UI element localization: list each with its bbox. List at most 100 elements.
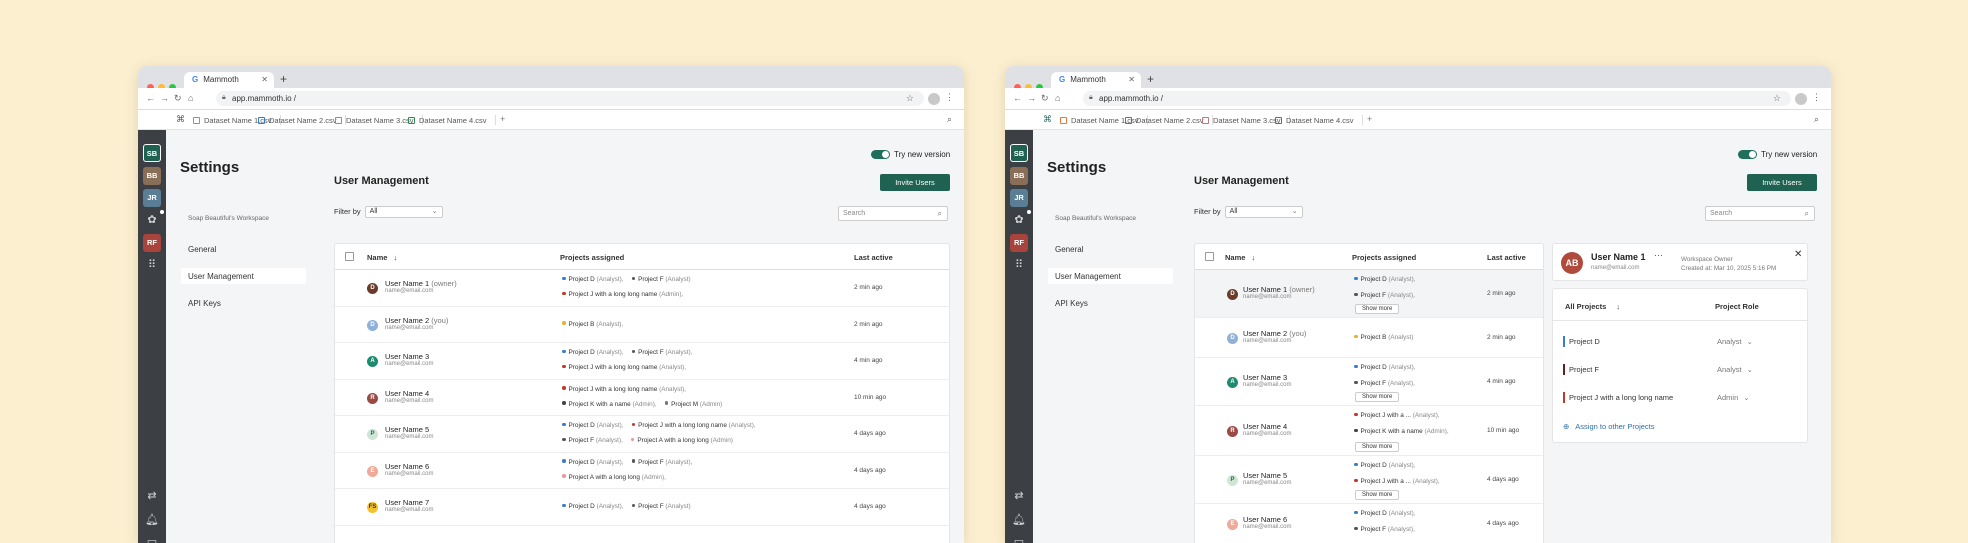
table-row[interactable]: D User Name 1 (owner) name@email.com Projec… — [1195, 270, 1543, 318]
switch-icon[interactable]: ⇄ — [1010, 487, 1028, 505]
home-icon[interactable]: ⌂ — [188, 93, 193, 103]
browser-menu-icon[interactable]: ⋮ — [1812, 92, 1821, 103]
table-row[interactable]: D User Name 2 (you) name@email.com Project … — [1195, 318, 1543, 358]
table-row[interactable]: R User Name 4 name@email.com Project J with… — [335, 380, 949, 416]
bookmark-star-icon[interactable]: ☆ — [1773, 93, 1781, 104]
user-management-title: User Management — [334, 175, 429, 187]
table-row[interactable]: R User Name 4 name@email.com Project J with… — [1195, 406, 1543, 456]
nav-general[interactable]: General — [181, 241, 306, 257]
filter-select[interactable]: All ⌄ — [1224, 206, 1303, 218]
project-role-select[interactable]: Analyst ⌄ — [1717, 337, 1753, 346]
invite-users-button[interactable]: Invite Users — [1747, 174, 1817, 191]
apps-grid-icon[interactable]: ⠿ — [1010, 256, 1028, 274]
home-icon[interactable]: ⌂ — [1055, 93, 1060, 103]
assign-projects-link[interactable]: ⊕ Assign to other Projects — [1563, 422, 1655, 431]
file-tab[interactable]: Dataset Name 4.csv — [1275, 115, 1363, 125]
search-input[interactable]: Search ⌕ — [838, 206, 948, 221]
forward-icon[interactable]: → — [160, 93, 169, 103]
select-all-checkbox[interactable] — [1205, 252, 1214, 261]
workspace-avatar[interactable]: JR — [1010, 189, 1028, 207]
bookmark-star-icon[interactable]: ☆ — [906, 93, 914, 104]
filter-select[interactable]: All ⌄ — [364, 206, 443, 218]
add-file-tab-icon[interactable]: + — [500, 114, 505, 124]
table-row[interactable]: D User Name 1 (owner) name@email.com Projec… — [335, 270, 949, 307]
reload-icon[interactable]: ↻ — [1041, 93, 1049, 104]
bell-icon[interactable]: 🔔︎ — [1010, 511, 1028, 529]
browser-menu-icon[interactable]: ⋮ — [945, 92, 954, 103]
chat-icon[interactable]: ▭ — [143, 533, 161, 543]
file-tab[interactable]: Dataset Name 4.csv — [408, 115, 496, 125]
reload-icon[interactable]: ↻ — [174, 93, 182, 104]
nav-api-keys[interactable]: API Keys — [1048, 295, 1173, 311]
project-line: Project F (Analyst), — [1352, 526, 1415, 533]
bell-icon[interactable]: 🔔︎ — [143, 511, 161, 529]
all-projects-header[interactable]: All Projects ↓ — [1565, 302, 1620, 311]
nav-user-management[interactable]: User Management — [1048, 268, 1173, 284]
table-row[interactable]: P User Name 5 name@email.com Project D (Ana… — [1195, 456, 1543, 504]
file-tab[interactable]: Dataset Name 2.csv — [258, 115, 346, 125]
add-file-tab-icon[interactable]: + — [1367, 114, 1372, 124]
project-role-select[interactable]: Analyst ⌄ — [1717, 365, 1753, 374]
table-row[interactable]: A User Name 3 name@email.com Project D (Ana… — [335, 343, 949, 380]
mammoth-home-icon[interactable]: ⌘ — [1043, 114, 1052, 125]
workspace-globe-icon[interactable]: ✿ — [143, 211, 161, 229]
switch-icon[interactable]: ⇄ — [143, 487, 161, 505]
url-field[interactable]: 🔒︎ app.mammoth.io / — [1083, 91, 1791, 106]
forward-icon[interactable]: → — [1027, 93, 1036, 103]
workspace-avatar[interactable]: BB — [1010, 167, 1028, 185]
profile-avatar[interactable] — [928, 93, 940, 105]
column-name[interactable]: Name ↓ — [1225, 253, 1255, 262]
close-tab-icon[interactable]: ✕ — [261, 75, 268, 84]
project-role-select[interactable]: Admin ⌄ — [1717, 393, 1750, 402]
table-row[interactable]: FS User Name 7 name@email.com Project D (An… — [335, 489, 949, 526]
new-tab-icon[interactable]: + — [1147, 72, 1154, 86]
new-tab-icon[interactable]: + — [280, 72, 287, 86]
search-input[interactable]: Search ⌕ — [1705, 206, 1815, 221]
table-row[interactable]: E User Name 6 name@email.com Project D (Ana… — [1195, 504, 1543, 543]
close-icon[interactable]: ✕ — [1794, 249, 1802, 260]
workspace-globe-icon[interactable]: ✿ — [1010, 211, 1028, 229]
mammoth-home-icon[interactable]: ⌘ — [176, 114, 185, 125]
workspace-avatar[interactable]: RF — [143, 234, 161, 252]
project-row[interactable]: Project F — [1563, 364, 1599, 375]
try-new-version-toggle[interactable]: Try new version — [871, 150, 950, 159]
browser-tab[interactable]: G Mammoth ✕ — [184, 72, 274, 88]
invite-users-button[interactable]: Invite Users — [880, 174, 950, 191]
workspace-avatar[interactable]: SB — [143, 144, 161, 162]
project-row[interactable]: Project D — [1563, 336, 1600, 347]
workspace-avatar[interactable]: BB — [143, 167, 161, 185]
back-icon[interactable]: ← — [1013, 93, 1022, 103]
apps-grid-icon[interactable]: ⠿ — [143, 256, 161, 274]
back-icon[interactable]: ← — [146, 93, 155, 103]
select-all-checkbox[interactable] — [345, 252, 354, 261]
show-more-button[interactable]: Show more — [1355, 392, 1400, 402]
toggle-switch[interactable] — [871, 150, 890, 159]
column-name[interactable]: Name ↓ — [367, 253, 397, 262]
search-icon[interactable]: ⌕ — [947, 114, 952, 125]
show-more-button[interactable]: Show more — [1355, 304, 1400, 314]
project-row[interactable]: Project J with a long long name — [1563, 392, 1673, 403]
close-tab-icon[interactable]: ✕ — [1128, 75, 1135, 84]
table-row[interactable]: E User Name 6 name@email.com Project D (Ana… — [335, 453, 949, 489]
search-icon[interactable]: ⌕ — [1814, 114, 1819, 125]
nav-api-keys[interactable]: API Keys — [181, 295, 306, 311]
browser-tab[interactable]: G Mammoth ✕ — [1051, 72, 1141, 88]
workspace-avatar[interactable]: SB — [1010, 144, 1028, 162]
table-row[interactable]: P User Name 5 name@email.com Project D (Ana… — [335, 416, 949, 453]
nav-user-management[interactable]: User Management — [181, 268, 306, 284]
try-new-version-toggle[interactable]: Try new version — [1738, 150, 1817, 159]
workspace-avatar[interactable]: RF — [1010, 234, 1028, 252]
nav-general[interactable]: General — [1048, 241, 1173, 257]
address-bar: ← → ↻ ⌂ 🔒︎ app.mammoth.io / ☆ ⋮ — [138, 88, 964, 110]
toggle-switch[interactable] — [1738, 150, 1757, 159]
url-field[interactable]: 🔒︎ app.mammoth.io / — [216, 91, 924, 106]
chat-icon[interactable]: ▭ — [1010, 533, 1028, 543]
workspace-avatar[interactable]: JR — [143, 189, 161, 207]
table-row[interactable]: D User Name 2 (you) name@email.com Project … — [335, 307, 949, 343]
file-tab[interactable]: Dataset Name 2.csv — [1125, 115, 1213, 125]
show-more-button[interactable]: Show more — [1355, 490, 1400, 500]
table-row[interactable]: A User Name 3 name@email.com Project D (Ana… — [1195, 358, 1543, 406]
show-more-button[interactable]: Show more — [1355, 442, 1400, 452]
profile-avatar[interactable] — [1795, 93, 1807, 105]
more-options-icon[interactable]: ⋯ — [1654, 250, 1663, 261]
